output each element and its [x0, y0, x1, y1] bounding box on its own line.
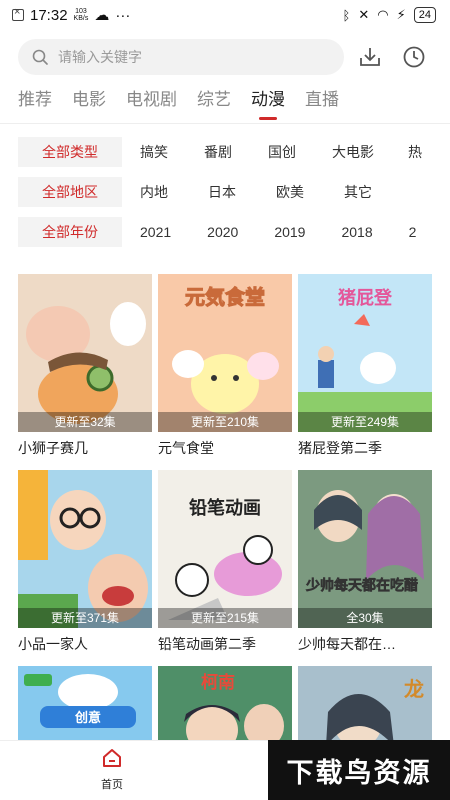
poster-title-text: 柯南	[201, 672, 235, 693]
card-title[interactable]: 猪屁登第二季	[298, 438, 432, 456]
poster-art: 猪屁登	[298, 274, 432, 432]
card-title[interactable]: 小狮子赛几	[18, 438, 152, 456]
status-bar: 17:32 103KB/s ☁ ··· ᛒ ✕ ◠ ⚡ 24	[0, 0, 450, 30]
poster-title-text: 龙	[404, 677, 424, 701]
poster-image[interactable]: 元気食堂 更新至210集	[158, 274, 292, 432]
poster-art: 少帅每天都在吃醋	[298, 470, 432, 628]
poster-image[interactable]: 少帅每天都在吃醋 全30集	[298, 470, 432, 628]
episode-badge: 更新至32集	[18, 412, 152, 432]
filter-option[interactable]: 国创	[268, 142, 296, 162]
filter-panel: 全部类型 搞笑 番剧 国创 大电影 热 全部地区 内地 日本 欧美 其它 全部年…	[18, 137, 450, 257]
search-input[interactable]: 请输入关键字	[18, 39, 345, 75]
filter-all-years[interactable]: 全部年份	[18, 217, 122, 247]
poster-image[interactable]: 猪屁登 更新至249集	[298, 274, 432, 432]
poster-title-text: 创意	[74, 710, 101, 726]
charging-icon: ⚡	[396, 7, 406, 22]
filter-option[interactable]: 内地	[140, 182, 168, 202]
poster-title-text: 铅笔动画	[189, 497, 261, 519]
anime-card[interactable]: 更新至371集 小品一家人	[18, 470, 152, 652]
tab-recommend[interactable]: 推荐	[18, 86, 52, 116]
history-button[interactable]	[396, 39, 432, 75]
battery-indicator: 24	[413, 7, 436, 23]
filter-option[interactable]: 2021	[140, 224, 171, 240]
card-title[interactable]: 铅笔动画第二季	[158, 634, 292, 652]
episode-badge: 更新至371集	[18, 608, 152, 628]
filter-option[interactable]: 搞笑	[140, 142, 168, 162]
nav-home-label: 首页	[101, 779, 123, 791]
tab-variety[interactable]: 综艺	[197, 86, 231, 116]
tab-anime[interactable]: 动漫	[251, 86, 285, 120]
filter-option[interactable]: 2020	[207, 224, 238, 240]
poster-title-text: 少帅每天都在吃醋	[305, 577, 418, 594]
poster-art: 铅笔动画	[158, 470, 292, 628]
poster-image[interactable]: 更新至371集	[18, 470, 152, 628]
silent-icon: ✕	[358, 7, 370, 22]
tab-divider	[0, 123, 450, 124]
filter-option[interactable]: 日本	[208, 182, 236, 202]
card-title[interactable]: 元气食堂	[158, 438, 292, 456]
episode-badge: 全30集	[298, 608, 432, 628]
search-icon	[32, 49, 48, 65]
poster-title-text: 元気食堂	[185, 285, 265, 309]
watermark-logo: 下载鸟资源	[268, 740, 450, 800]
wifi-icon: ◠	[377, 7, 389, 22]
anime-card[interactable]: 元気食堂 更新至210集 元气食堂	[158, 274, 292, 456]
episode-badge: 更新至249集	[298, 412, 432, 432]
more-dots: ···	[115, 6, 131, 24]
card-title[interactable]: 小品一家人	[18, 634, 152, 652]
bluetooth-icon: ᛒ	[342, 7, 351, 23]
filter-all-regions[interactable]: 全部地区	[18, 177, 122, 207]
filter-row-region: 全部地区 内地 日本 欧美 其它	[18, 177, 450, 207]
category-tabs: 推荐 电影 电视剧 综艺 动漫 直播	[18, 86, 359, 120]
filter-option[interactable]: 热	[408, 142, 422, 162]
anime-grid: 更新至32集 小狮子赛几 元気食堂 更新至210集 元气食堂 猪屁登 更新至24…	[18, 274, 432, 800]
home-icon	[103, 749, 121, 767]
tab-live[interactable]: 直播	[305, 86, 339, 116]
card-title[interactable]: 少帅每天都在…	[298, 634, 432, 652]
poster-art: 元気食堂	[158, 274, 292, 432]
filter-all-types[interactable]: 全部类型	[18, 137, 122, 167]
filter-option[interactable]: 欧美	[276, 182, 304, 202]
filter-option[interactable]: 番剧	[204, 142, 232, 162]
anime-card[interactable]: 猪屁登 更新至249集 猪屁登第二季	[298, 274, 432, 456]
filter-option[interactable]: 大电影	[332, 142, 374, 162]
download-icon	[360, 48, 381, 66]
filter-option[interactable]: 2018	[341, 224, 372, 240]
episode-badge: 更新至215集	[158, 608, 292, 628]
search-row: 请输入关键字	[18, 38, 432, 76]
anime-card[interactable]: 铅笔动画 更新至215集 铅笔动画第二季	[158, 470, 292, 652]
nav-home[interactable]: 首页	[88, 747, 136, 792]
poster-title-text: 猪屁登	[337, 287, 393, 309]
network-speed: 103 KB/s	[73, 8, 89, 22]
filter-row-year: 全部年份 2021 2020 2019 2018 2	[18, 217, 450, 247]
filter-option[interactable]: 2019	[274, 224, 305, 240]
filter-option[interactable]: 2	[409, 224, 417, 240]
filter-row-type: 全部类型 搞笑 番剧 国创 大电影 热	[18, 137, 450, 167]
anime-card[interactable]: 更新至32集 小狮子赛几	[18, 274, 152, 456]
status-time: 17:32	[30, 6, 68, 24]
episode-badge: 更新至210集	[158, 412, 292, 432]
tab-tv-series[interactable]: 电视剧	[126, 86, 177, 116]
poster-image[interactable]: 更新至32集	[18, 274, 152, 432]
cloud-icon: ☁	[94, 7, 110, 24]
tab-movie[interactable]: 电影	[72, 86, 106, 116]
filter-option[interactable]: 其它	[344, 182, 372, 202]
search-placeholder: 请输入关键字	[58, 49, 142, 65]
poster-image[interactable]: 铅笔动画 更新至215集	[158, 470, 292, 628]
poster-art	[18, 274, 152, 432]
notification-icon	[12, 6, 24, 21]
clock-icon	[403, 46, 425, 68]
download-button[interactable]	[352, 39, 388, 75]
poster-art	[18, 470, 152, 628]
anime-card[interactable]: 少帅每天都在吃醋 全30集 少帅每天都在…	[298, 470, 432, 652]
